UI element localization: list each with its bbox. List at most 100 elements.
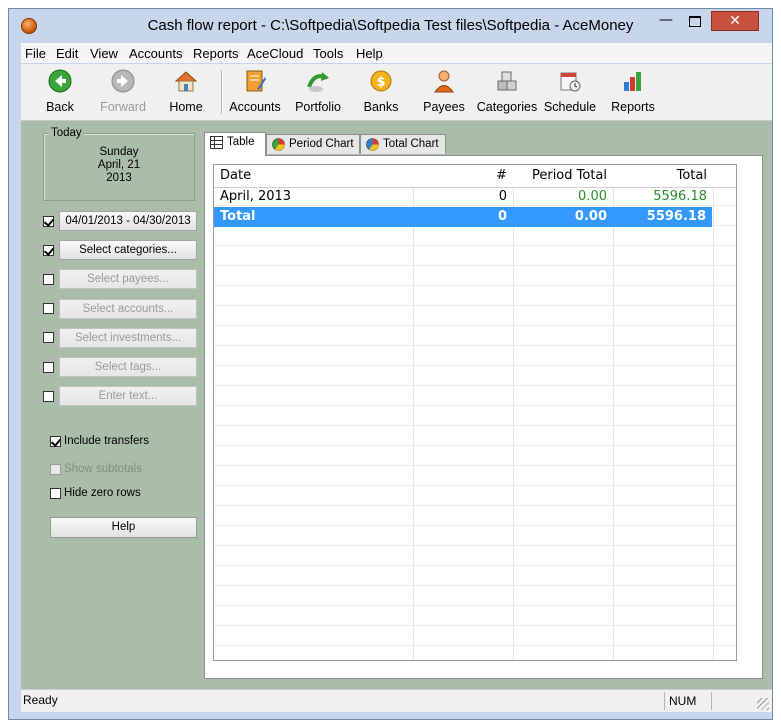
select-tags-button[interactable]: Select tags... (59, 357, 197, 377)
status-pane (711, 692, 742, 710)
payees-checkbox[interactable] (43, 274, 54, 285)
tab-table-label: Table (227, 136, 255, 148)
report-client-area: Sunday April, 21 2013 Today 04/01/2013 -… (21, 121, 772, 689)
header-count[interactable]: # (413, 166, 513, 186)
include-transfers-label[interactable]: Include transfers (64, 435, 149, 447)
total-row-label: Total (220, 209, 256, 224)
home-label: Home (169, 100, 203, 114)
banks-label: Banks (363, 100, 399, 114)
menu-acecloud[interactable]: AceCloud (247, 46, 303, 61)
payees-button[interactable]: Payees (409, 66, 479, 118)
menu-view[interactable]: View (90, 46, 118, 61)
categories-boxes-icon (497, 71, 517, 91)
tab-total-chart[interactable]: Total Chart (360, 134, 446, 154)
status-text: Ready (23, 693, 58, 707)
back-button[interactable]: Back (25, 66, 95, 118)
back-label: Back (46, 100, 74, 114)
categories-button[interactable]: Categories (472, 66, 542, 118)
column-divider (713, 165, 714, 660)
row-count: 0 (498, 189, 507, 204)
banks-coin-icon: $ (370, 70, 392, 92)
back-arrow-icon (48, 69, 72, 93)
today-year: 2013 (106, 172, 132, 184)
today-weekday: Sunday (99, 146, 139, 158)
forward-button[interactable]: Forward (88, 66, 158, 118)
hide-zero-rows-label[interactable]: Hide zero rows (64, 487, 141, 499)
house-icon (174, 71, 198, 92)
menu-help[interactable]: Help (356, 46, 383, 61)
accounts-checkbox[interactable] (43, 303, 54, 314)
reports-button[interactable]: Reports (598, 66, 668, 118)
select-payees-button[interactable]: Select payees... (59, 269, 197, 289)
schedule-label: Schedule (543, 100, 597, 114)
hide-zero-rows-checkbox[interactable] (50, 488, 61, 499)
resize-grip-icon[interactable] (757, 698, 769, 710)
app-window: Cash flow report - C:\Softpedia\Softpedi… (8, 8, 773, 720)
forward-arrow-icon (111, 69, 135, 93)
menu-file[interactable]: File (25, 46, 46, 61)
tab-period-chart[interactable]: Period Chart (266, 134, 360, 154)
banks-button[interactable]: $ Banks (346, 66, 416, 118)
payees-label: Payees (423, 100, 465, 114)
reports-label: Reports (611, 100, 655, 114)
today-date: April, 21 (97, 159, 141, 171)
select-accounts-button[interactable]: Select accounts... (59, 299, 197, 319)
tab-period-chart-label: Period Chart (289, 138, 354, 150)
portfolio-button[interactable]: Portfolio (283, 66, 353, 118)
maximize-button[interactable] (681, 11, 709, 31)
table-tab-content: Date # Period Total Total April, 2013 0 … (204, 155, 763, 679)
tags-checkbox[interactable] (43, 362, 54, 373)
pie-chart-icon (366, 138, 379, 151)
home-button[interactable]: Home (151, 66, 221, 118)
payees-person-icon (434, 70, 454, 93)
cash-flow-table[interactable]: Date # Period Total Total April, 2013 0 … (213, 164, 737, 661)
tab-total-chart-label: Total Chart (383, 138, 439, 150)
row-total: 5596.18 (653, 189, 707, 204)
portfolio-label: Portfolio (295, 100, 341, 114)
toolbar: Back Forward Home Accounts Portfolio $ B… (21, 64, 772, 121)
table-row[interactable]: April, 2013 0 0.00 5596.18 (214, 187, 736, 207)
num-lock-indicator: NUM (664, 692, 713, 710)
portfolio-arrow-icon (307, 72, 329, 92)
filter-panel: Sunday April, 21 2013 Today 04/01/2013 -… (21, 121, 199, 689)
table-header-row: Date # Period Total Total (214, 165, 736, 188)
total-row-period-total: 0.00 (574, 209, 607, 224)
show-subtotals-checkbox[interactable] (50, 464, 61, 475)
forward-label: Forward (100, 100, 146, 114)
investments-checkbox[interactable] (43, 332, 54, 343)
menu-tools[interactable]: Tools (313, 46, 343, 61)
reports-bar-chart-icon (624, 72, 641, 91)
date-range-button[interactable]: 04/01/2013 - 04/30/2013 (59, 211, 197, 231)
table-total-row[interactable]: Total 0 0.00 5596.18 (214, 207, 712, 227)
close-button[interactable]: ✕ (711, 11, 759, 31)
select-categories-button[interactable]: Select categories... (59, 240, 197, 260)
enter-text-button[interactable]: Enter text... (59, 386, 197, 406)
categories-label: Categories (476, 100, 538, 114)
schedule-calendar-icon (560, 72, 581, 92)
select-investments-button[interactable]: Select investments... (59, 328, 197, 348)
status-bar: Ready NUM (21, 689, 772, 712)
menu-reports[interactable]: Reports (193, 46, 239, 61)
accounts-button[interactable]: Accounts (220, 66, 290, 118)
table-grid-icon (210, 136, 223, 149)
today-box: Sunday April, 21 2013 (43, 133, 195, 201)
tab-table[interactable]: Table (204, 132, 266, 156)
accounts-label: Accounts (229, 100, 281, 114)
schedule-button[interactable]: Schedule (535, 66, 605, 118)
show-subtotals-label[interactable]: Show subtotals (64, 463, 142, 475)
header-date[interactable]: Date (214, 166, 413, 186)
menu-accounts[interactable]: Accounts (129, 46, 182, 61)
row-date: April, 2013 (220, 189, 292, 204)
categories-checkbox[interactable] (43, 245, 54, 256)
text-filter-checkbox[interactable] (43, 391, 54, 402)
date-range-checkbox[interactable] (43, 216, 54, 227)
header-total[interactable]: Total (613, 166, 713, 186)
include-transfers-checkbox[interactable] (50, 436, 61, 447)
header-period-total[interactable]: Period Total (513, 166, 613, 186)
menu-edit[interactable]: Edit (56, 46, 78, 61)
column-divider (413, 165, 414, 660)
title-bar[interactable]: Cash flow report - C:\Softpedia\Softpedi… (9, 9, 772, 41)
help-button[interactable]: Help (50, 517, 197, 538)
minimize-button[interactable]: — (652, 11, 680, 31)
total-row-total: 5596.18 (646, 209, 706, 224)
